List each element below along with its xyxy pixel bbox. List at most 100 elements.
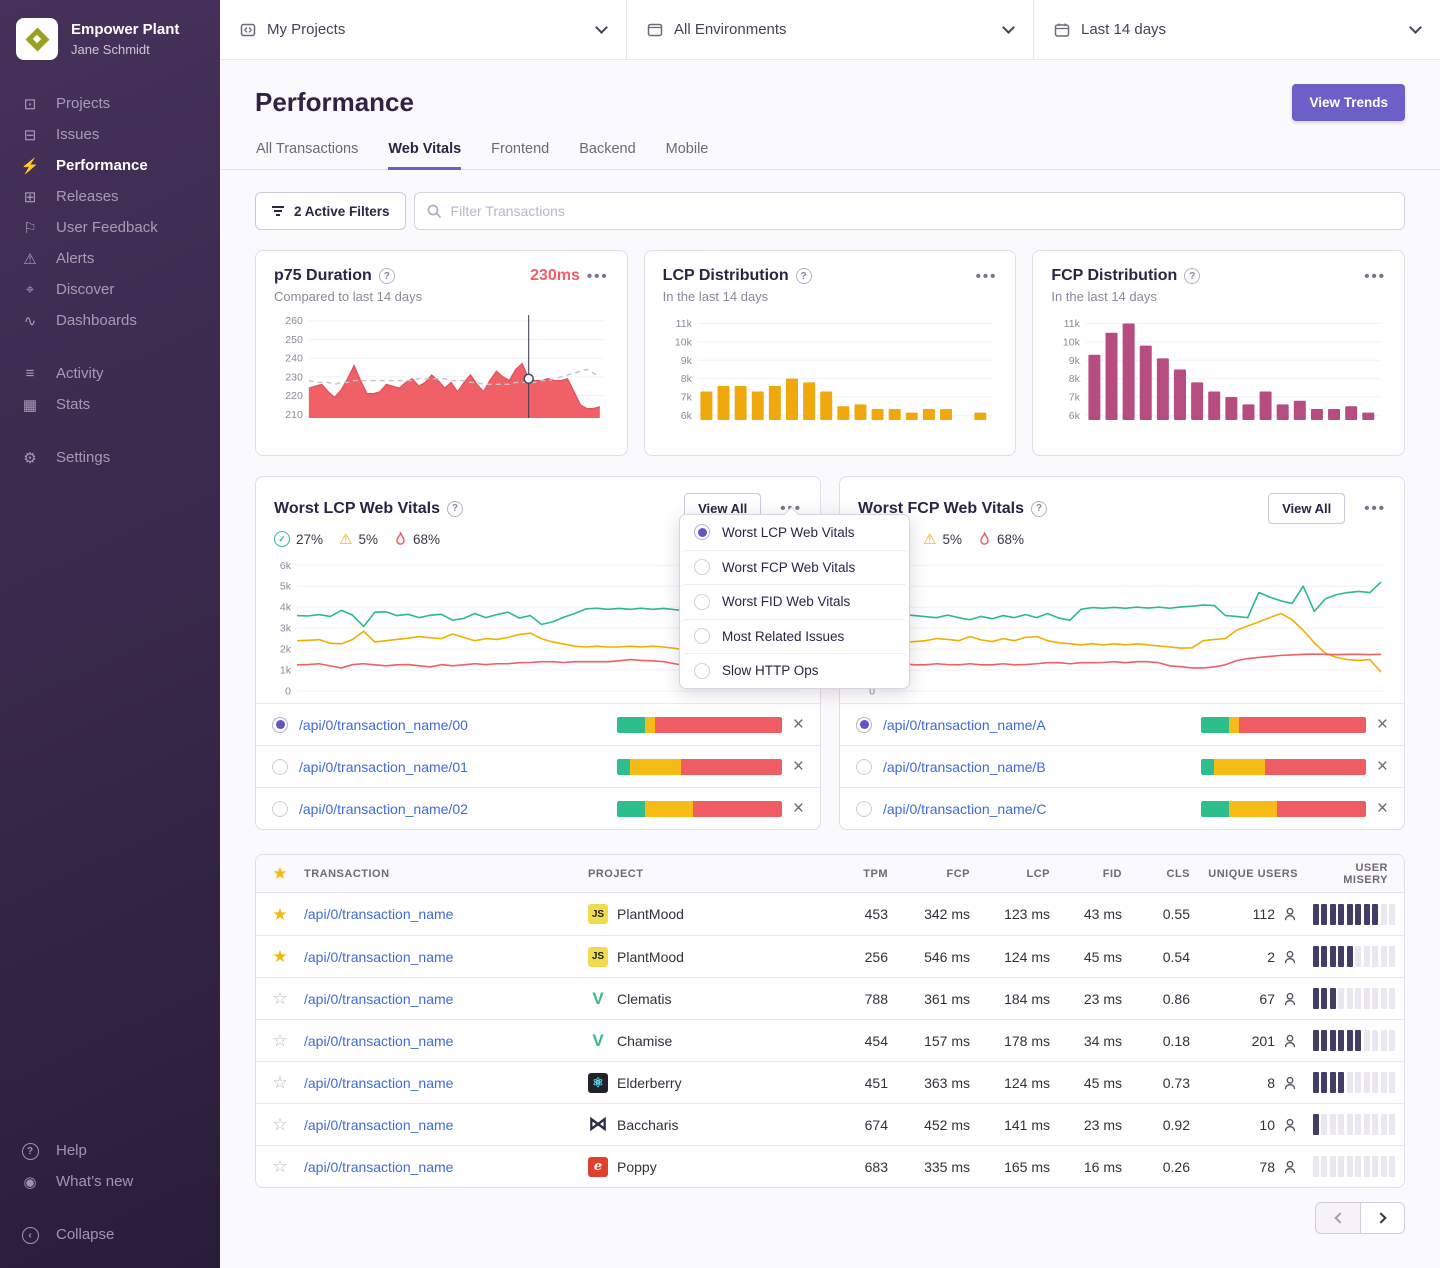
- sidebar-item-stats[interactable]: ▦Stats: [20, 389, 220, 420]
- sidebar-item-projects[interactable]: ⊡Projects: [20, 88, 220, 119]
- close-icon[interactable]: ×: [1377, 715, 1388, 734]
- tab-web-vitals[interactable]: Web Vitals: [388, 141, 461, 170]
- star-icon[interactable]: ☆: [256, 990, 304, 1007]
- menu-item[interactable]: Slow HTTP Ops: [680, 653, 909, 688]
- card-subtitle: Compared to last 14 days: [274, 289, 609, 304]
- transaction-radio[interactable]: [272, 717, 288, 733]
- close-icon[interactable]: ×: [793, 799, 804, 818]
- menu-radio[interactable]: [694, 594, 710, 610]
- menu-radio[interactable]: [694, 524, 710, 540]
- star-icon[interactable]: ☆: [256, 1158, 304, 1175]
- more-options-icon[interactable]: •••: [1364, 501, 1386, 516]
- active-filters-button[interactable]: 2 Active Filters: [255, 192, 406, 230]
- sidebar-item-whats-new[interactable]: ◉What’s new: [20, 1166, 220, 1197]
- web-vitals-row: Worst LCP Web Vitals ? View All ••• ✓27%…: [255, 476, 1405, 830]
- star-icon[interactable]: ★: [256, 906, 304, 923]
- environments-selector[interactable]: All Environments: [627, 0, 1034, 59]
- tab-mobile[interactable]: Mobile: [666, 141, 709, 170]
- chevron-down-icon: [1409, 21, 1422, 34]
- close-icon[interactable]: ×: [1377, 757, 1388, 776]
- sidebar-item-user-feedback[interactable]: ⚐User Feedback: [20, 212, 220, 243]
- transaction-link[interactable]: /api/0/transaction_name: [304, 1117, 453, 1133]
- transaction-link[interactable]: /api/0/transaction_name: [304, 1033, 453, 1049]
- good-stat: ✓27%: [274, 531, 323, 547]
- sidebar-item-alerts[interactable]: ⚠Alerts: [20, 243, 220, 274]
- more-options-icon[interactable]: •••: [976, 269, 998, 284]
- star-icon[interactable]: ☆: [256, 1116, 304, 1133]
- more-options-icon[interactable]: •••: [1364, 269, 1386, 284]
- star-icon[interactable]: ☆: [256, 1032, 304, 1049]
- svg-text:250: 250: [285, 334, 303, 346]
- sidebar-item-activity[interactable]: ≡Activity: [20, 358, 220, 389]
- menu-item-label: Most Related Issues: [722, 629, 844, 644]
- sidebar-collapse-button[interactable]: ‹Collapse: [20, 1219, 220, 1250]
- transaction-link[interactable]: /api/0/transaction_name: [304, 991, 453, 1007]
- question-icon[interactable]: ?: [1031, 501, 1047, 517]
- close-icon[interactable]: ×: [793, 757, 804, 776]
- close-icon[interactable]: ×: [1377, 799, 1388, 818]
- menu-radio[interactable]: [694, 559, 710, 575]
- transaction-link[interactable]: /api/0/transaction_name/01: [299, 759, 606, 775]
- menu-item[interactable]: Most Related Issues: [680, 619, 909, 654]
- transaction-link[interactable]: /api/0/transaction_name: [304, 949, 453, 965]
- star-icon[interactable]: ☆: [256, 1074, 304, 1091]
- transaction-link[interactable]: /api/0/transaction_name/C: [883, 801, 1190, 817]
- menu-item[interactable]: Worst LCP Web Vitals: [680, 515, 909, 550]
- menu-item[interactable]: Worst FCP Web Vitals: [680, 550, 909, 585]
- transaction-radio[interactable]: [856, 759, 872, 775]
- tab-all-transactions[interactable]: All Transactions: [256, 141, 358, 170]
- user-icon: [1282, 1033, 1298, 1049]
- sidebar-item-settings[interactable]: ⚙Settings: [20, 442, 220, 473]
- poor-segment: [693, 801, 782, 817]
- question-icon[interactable]: ?: [1184, 268, 1200, 284]
- date-range-selector[interactable]: Last 14 days: [1034, 0, 1440, 59]
- meh-stat: ⚠5%: [923, 532, 962, 547]
- tab-frontend[interactable]: Frontend: [491, 141, 549, 170]
- menu-radio[interactable]: [694, 663, 710, 679]
- more-options-icon[interactable]: •••: [587, 269, 609, 284]
- transaction-link[interactable]: /api/0/transaction_name/A: [883, 717, 1190, 733]
- org-switcher[interactable]: Empower Plant Jane Schmidt: [0, 16, 220, 88]
- transaction-link[interactable]: /api/0/transaction_name/B: [883, 759, 1190, 775]
- menu-radio[interactable]: [694, 628, 710, 644]
- user-misery-bar: [1310, 1114, 1395, 1135]
- question-icon[interactable]: ?: [447, 501, 463, 517]
- project-cell: JSPlantMood: [588, 904, 836, 924]
- previous-page-button[interactable]: [1315, 1202, 1360, 1234]
- menu-item[interactable]: Worst FID Web Vitals: [680, 584, 909, 619]
- platform-icon-react: ⚛: [588, 1073, 608, 1093]
- close-icon[interactable]: ×: [793, 715, 804, 734]
- transaction-link[interactable]: /api/0/transaction_name: [304, 1075, 453, 1091]
- sidebar-item-issues[interactable]: ⊟Issues: [20, 119, 220, 150]
- transaction-link[interactable]: /api/0/transaction_name/00: [299, 717, 606, 733]
- view-all-button[interactable]: View All: [1268, 493, 1345, 524]
- transaction-radio[interactable]: [272, 801, 288, 817]
- sidebar-item-releases[interactable]: ⊞Releases: [20, 181, 220, 212]
- next-page-button[interactable]: [1360, 1202, 1405, 1234]
- star-icon[interactable]: ★: [256, 948, 304, 965]
- sidebar-item-discover[interactable]: ⌖Discover: [20, 274, 220, 305]
- view-trends-button[interactable]: View Trends: [1292, 84, 1405, 121]
- transaction-link[interactable]: /api/0/transaction_name: [304, 1159, 453, 1175]
- collapse-icon: ‹: [20, 1225, 40, 1244]
- filter-transactions-input[interactable]: [414, 192, 1405, 230]
- vitals-distribution-bar: [1201, 717, 1366, 733]
- transaction-radio[interactable]: [856, 717, 872, 733]
- question-icon[interactable]: ?: [379, 268, 395, 284]
- user-misery-cell: [1310, 1072, 1405, 1093]
- menu-item-label: Slow HTTP Ops: [722, 663, 819, 678]
- transaction-radio[interactable]: [856, 801, 872, 817]
- transaction-link[interactable]: /api/0/transaction_name: [304, 906, 453, 922]
- sidebar-item-help[interactable]: ?Help: [20, 1135, 220, 1166]
- sidebar-item-performance[interactable]: ⚡Performance: [20, 150, 220, 181]
- fcp-distribution-chart: 6k7k8k9k10k11k: [1051, 312, 1386, 428]
- col-lcp: LCP: [982, 868, 1062, 880]
- transaction-radio[interactable]: [272, 759, 288, 775]
- user-misery-cell: [1310, 1030, 1405, 1051]
- sidebar-item-dashboards[interactable]: ∿Dashboards: [20, 305, 220, 336]
- transaction-link[interactable]: /api/0/transaction_name/02: [299, 801, 606, 817]
- tab-backend[interactable]: Backend: [579, 141, 635, 170]
- projects-selector[interactable]: My Projects: [220, 0, 627, 59]
- question-icon[interactable]: ?: [796, 268, 812, 284]
- star-icon[interactable]: ★: [256, 865, 304, 882]
